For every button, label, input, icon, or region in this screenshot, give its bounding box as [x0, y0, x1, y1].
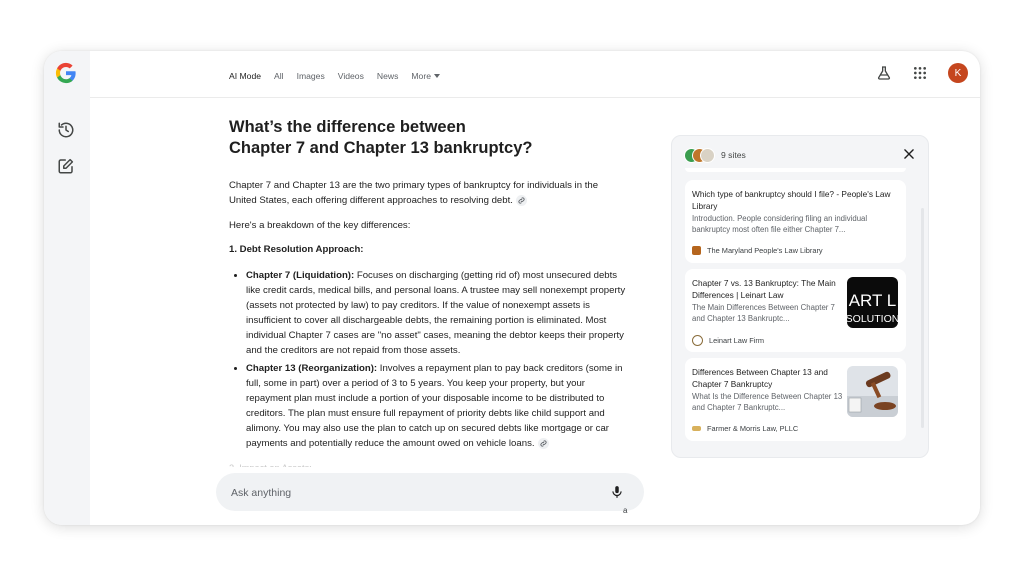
- source-card-thumbnail: ART L SOLUTION: [847, 277, 898, 328]
- previous-card-edge: [685, 168, 906, 172]
- site-favicon-icon: [692, 246, 701, 255]
- favicon-icon: [700, 148, 715, 163]
- close-icon[interactable]: [902, 147, 916, 161]
- answer-area: What’s the difference between Chapter 7 …: [229, 117, 629, 467]
- source-card-site-name: The Maryland People's Law Library: [707, 246, 823, 255]
- avatar[interactable]: K: [948, 63, 968, 83]
- sources-header: 9 sites: [684, 147, 916, 163]
- top-bar: AI Mode All Images Videos News More K: [90, 51, 980, 98]
- source-card[interactable]: Which type of bankruptcy should I file? …: [685, 180, 906, 263]
- left-rail: [44, 51, 90, 525]
- answer-intro-text: Chapter 7 and Chapter 13 are the two pri…: [229, 180, 599, 206]
- list-item-text: Involves a repayment plan to pay back cr…: [246, 363, 623, 449]
- section-heading-2: 2. Impact on Assets:: [229, 461, 629, 467]
- sources-count: 9 sites: [721, 150, 746, 160]
- answer-breakdown: Here's a breakdown of the key difference…: [229, 220, 411, 231]
- labs-flask-icon[interactable]: [876, 65, 892, 81]
- apps-grid-icon[interactable]: [912, 65, 928, 81]
- link-icon: [539, 440, 547, 447]
- list-item-text: Focuses on discharging (getting rid of) …: [246, 270, 626, 356]
- account-controls: K: [876, 63, 968, 83]
- tab-videos[interactable]: Videos: [338, 71, 364, 81]
- source-card-title: Chapter 7 vs. 13 Bankruptcy: The Main Di…: [692, 278, 836, 300]
- tab-images[interactable]: Images: [297, 71, 325, 81]
- source-card-snippet: The Main Differences Between Chapter 7 a…: [692, 303, 835, 323]
- source-card-title: Which type of bankruptcy should I file? …: [692, 189, 891, 211]
- microphone-icon[interactable]: [610, 485, 624, 499]
- list-item: Chapter 13 (Reorganization): Involves a …: [246, 361, 629, 451]
- section-heading-1: 1. Debt Resolution Approach:: [229, 244, 364, 255]
- source-link-chip[interactable]: [515, 194, 527, 206]
- source-card[interactable]: Differences Between Chapter 13 and Chapt…: [685, 358, 906, 441]
- page-title: What’s the difference between Chapter 7 …: [229, 117, 559, 159]
- link-icon: [518, 197, 525, 204]
- source-card-site: The Maryland People's Law Library: [692, 246, 823, 255]
- answer-intro: Chapter 7 and Chapter 13 are the two pri…: [229, 178, 624, 208]
- tab-more[interactable]: More: [411, 71, 440, 81]
- source-link-chip[interactable]: [537, 437, 549, 449]
- caret-down-icon: [433, 74, 440, 78]
- source-card-title: Differences Between Chapter 13 and Chapt…: [692, 367, 828, 389]
- new-chat-icon[interactable]: [57, 157, 75, 175]
- source-card-site: Leinart Law Firm: [692, 335, 764, 346]
- difference-list: Chapter 7 (Liquidation): Focuses on disc…: [229, 268, 629, 451]
- source-favicons: [684, 148, 718, 163]
- source-card-thumbnail: [847, 366, 898, 417]
- tab-all[interactable]: All: [274, 71, 284, 81]
- list-item: Chapter 7 (Liquidation): Focuses on disc…: [246, 268, 629, 358]
- site-favicon-icon: [692, 335, 703, 346]
- google-logo-icon[interactable]: [55, 62, 77, 84]
- sources-scrollbar[interactable]: [921, 208, 924, 428]
- question-line-2: Chapter 7 and Chapter 13 bankruptcy?: [229, 139, 533, 157]
- source-card[interactable]: Chapter 7 vs. 13 Bankruptcy: The Main Di…: [685, 269, 906, 352]
- stray-label: a: [623, 506, 628, 515]
- thumb-text-2: SOLUTION: [847, 313, 898, 325]
- thumb-text-1: ART L: [849, 291, 897, 310]
- history-icon[interactable]: [57, 121, 75, 139]
- source-card-site: Farmer & Morris Law, PLLC: [692, 424, 798, 433]
- list-item-term: Chapter 7 (Liquidation):: [246, 270, 355, 281]
- source-card-site-name: Farmer & Morris Law, PLLC: [707, 424, 799, 433]
- source-card-snippet: What Is the Difference Between Chapter 1…: [692, 392, 843, 412]
- tab-ai-mode[interactable]: AI Mode: [229, 71, 261, 81]
- ai-answer: Chapter 7 and Chapter 13 are the two pri…: [229, 178, 629, 467]
- list-item-term: Chapter 13 (Reorganization):: [246, 363, 378, 374]
- tab-news[interactable]: News: [377, 71, 399, 81]
- ask-bar: [216, 473, 644, 511]
- source-card-site-name: Leinart Law Firm: [709, 336, 765, 345]
- source-card-snippet: Introduction. People considering filing …: [692, 214, 868, 234]
- ask-input[interactable]: [229, 483, 593, 503]
- sources-panel: 9 sites Which type of bankruptcy should …: [671, 135, 929, 458]
- browser-window: AI Mode All Images Videos News More K Wh…: [44, 51, 980, 525]
- question-line-1: What’s the difference between: [229, 118, 466, 136]
- tab-more-label: More: [411, 71, 431, 81]
- site-favicon-icon: [692, 426, 701, 431]
- search-tabs: AI Mode All Images Videos News More: [229, 71, 453, 81]
